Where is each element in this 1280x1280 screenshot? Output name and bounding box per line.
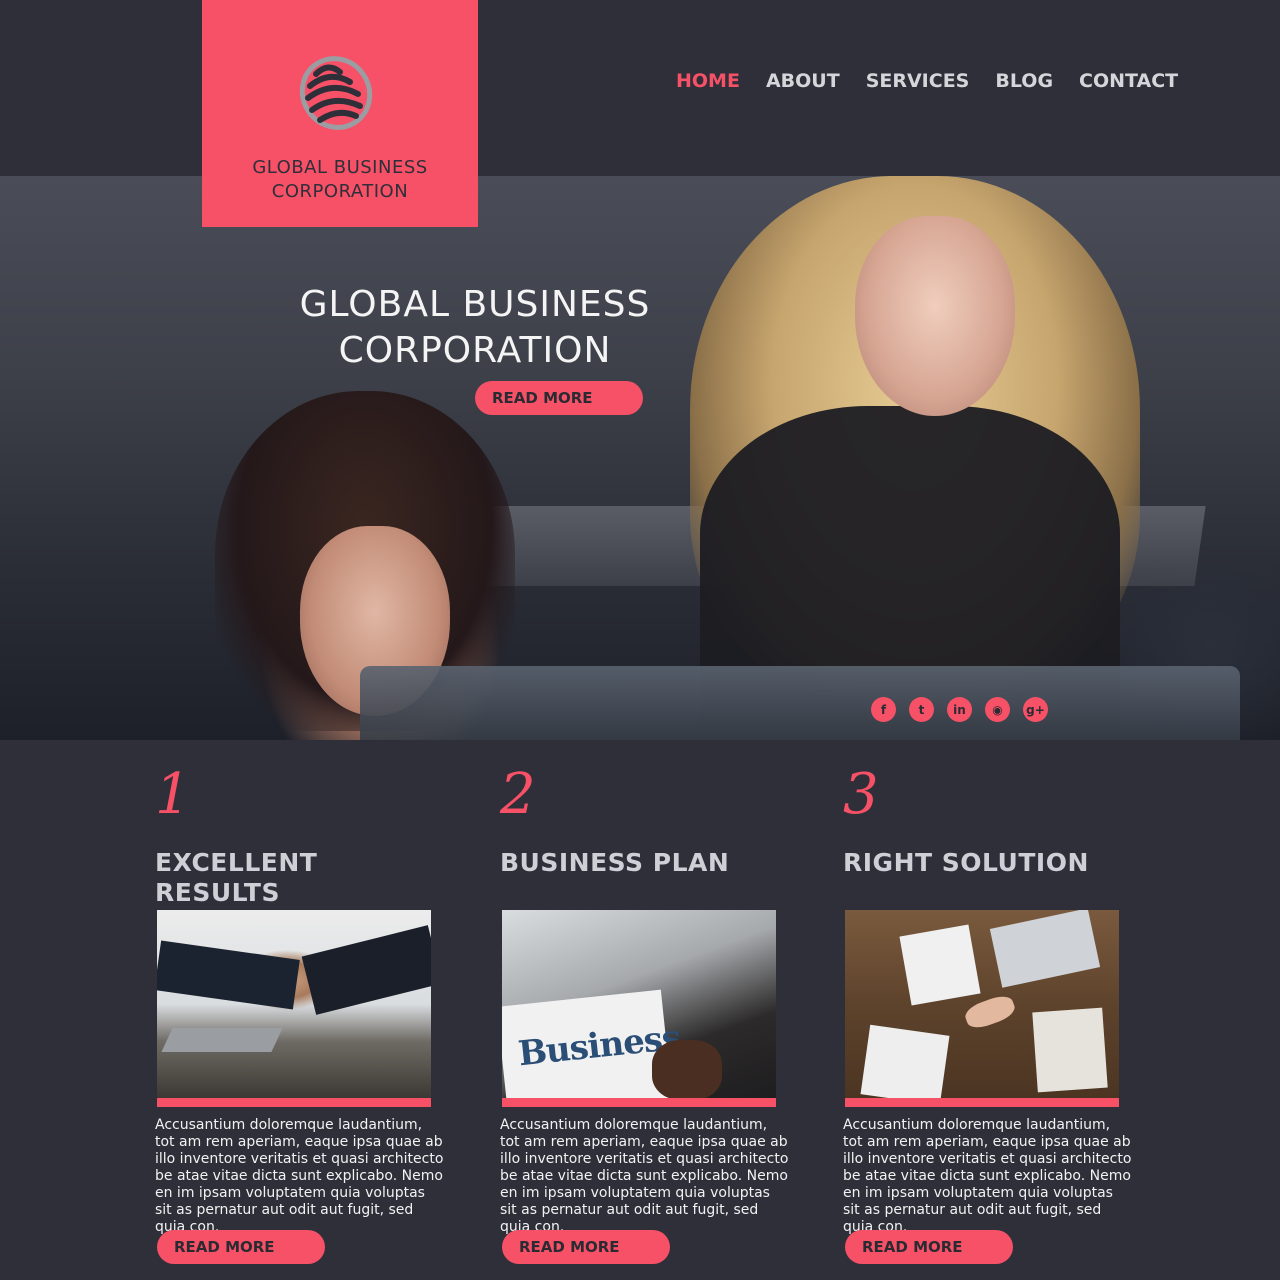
social-links: f t in ◉ g+ <box>871 697 1048 722</box>
main-nav: HOME ABOUT SERVICES BLOG CONTACT <box>676 70 1204 92</box>
feature-read-more-button[interactable]: READ MORE <box>157 1230 325 1264</box>
hero-title: GLOBAL BUSINESS CORPORATION <box>280 282 670 374</box>
feature-text: Accusantium doloremque laudantium, tot a… <box>155 1117 444 1235</box>
hero-photo-face <box>855 216 1015 416</box>
feature-read-more-button[interactable]: READ MORE <box>845 1230 1013 1264</box>
logo[interactable]: GLOBAL BUSINESS CORPORATION <box>202 0 478 227</box>
globe-logo-icon <box>299 56 373 130</box>
feature-image-desk-meeting <box>845 910 1119 1107</box>
photo-laptop <box>161 1028 283 1052</box>
hero-photo-monitor <box>360 666 1240 740</box>
facebook-icon[interactable]: f <box>871 697 896 722</box>
logo-line1: GLOBAL BUSINESS <box>252 157 428 178</box>
photo-paper <box>1032 1007 1108 1093</box>
feature-text: Accusantium doloremque laudantium, tot a… <box>843 1117 1132 1235</box>
photo-arm <box>301 925 431 1015</box>
twitter-icon[interactable]: t <box>909 697 934 722</box>
hero-banner: GLOBAL BUSINESS CORPORATION READ MORE f … <box>0 176 1280 740</box>
hero-title-line2: CORPORATION <box>338 330 612 371</box>
photo-laptop <box>989 910 1101 988</box>
photo-arm <box>157 940 300 1010</box>
hero-title-line1: GLOBAL BUSINESS <box>299 284 651 325</box>
linkedin-icon[interactable]: in <box>947 697 972 722</box>
feature-number: 2 <box>500 762 536 827</box>
nav-blog[interactable]: BLOG <box>995 70 1053 92</box>
feature-card-1: 1 EXCELLENT RESULTS Accusantium doloremq… <box>155 760 445 1264</box>
photo-paper <box>860 1024 950 1098</box>
feature-card-3: 3 RIGHT SOLUTION Accusantium doloremque … <box>843 760 1133 1264</box>
photo-hand <box>962 992 1018 1032</box>
logo-text: GLOBAL BUSINESS CORPORATION <box>202 156 478 204</box>
rss-icon[interactable]: ◉ <box>985 697 1010 722</box>
hero-read-more-button[interactable]: READ MORE <box>475 381 643 415</box>
google-plus-icon[interactable]: g+ <box>1023 697 1048 722</box>
feature-number: 3 <box>843 762 879 827</box>
feature-heading: EXCELLENT RESULTS <box>155 848 318 907</box>
feature-image-newspaper: Business <box>502 910 776 1107</box>
feature-card-2: 2 BUSINESS PLAN Business Accusantium dol… <box>500 760 790 1264</box>
nav-services[interactable]: SERVICES <box>866 70 970 92</box>
site-header: HOME ABOUT SERVICES BLOG CONTACT <box>0 0 1280 176</box>
feature-number: 1 <box>155 762 191 827</box>
feature-read-more-button[interactable]: READ MORE <box>502 1230 670 1264</box>
feature-heading: RIGHT SOLUTION <box>843 848 1089 877</box>
photo-hand <box>652 1040 722 1098</box>
nav-home[interactable]: HOME <box>676 70 740 92</box>
feature-heading: BUSINESS PLAN <box>500 848 730 877</box>
nav-about[interactable]: ABOUT <box>766 70 840 92</box>
nav-contact[interactable]: CONTACT <box>1079 70 1178 92</box>
feature-image-handshake <box>157 910 431 1107</box>
feature-text: Accusantium doloremque laudantium, tot a… <box>500 1117 789 1235</box>
logo-line2: CORPORATION <box>271 181 409 202</box>
photo-paper <box>899 924 981 1006</box>
